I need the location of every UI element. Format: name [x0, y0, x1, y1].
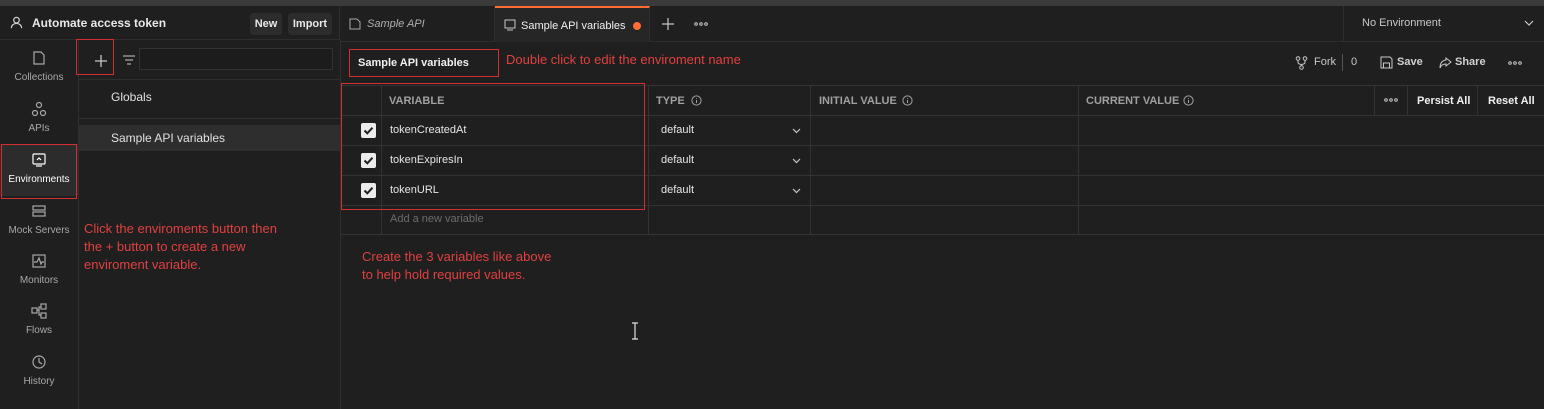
annotation-create-variables: Create the 3 variables like above to hel… — [362, 248, 551, 284]
column-header-current-value: CURRENT VALUE — [1086, 95, 1180, 107]
workspace-title: Automate access token — [32, 16, 167, 30]
sidebar-item-mock-servers[interactable]: Mock Servers — [0, 195, 78, 247]
apis-icon — [31, 101, 47, 117]
persist-all-button[interactable]: Persist All — [1417, 86, 1470, 116]
flows-icon — [31, 303, 47, 319]
chevron-down-icon — [1524, 20, 1534, 26]
history-icon — [31, 354, 47, 370]
fork-count: 0 — [1351, 56, 1358, 68]
column-border — [648, 85, 649, 235]
sidebar-item-label: Flows — [25, 325, 53, 336]
save-icon — [1380, 56, 1393, 69]
annotation-line: Click the enviroments button then — [84, 221, 277, 236]
column-border — [1078, 85, 1079, 235]
save-button[interactable]: Save — [1397, 56, 1423, 68]
column-header-type: TYPE — [656, 95, 685, 107]
mock-servers-icon — [31, 203, 47, 219]
workspace-header: Automate access token New Import — [0, 6, 340, 40]
column-border — [1374, 85, 1375, 115]
row-border — [341, 234, 1544, 235]
environment-search-input[interactable] — [139, 48, 333, 70]
tab-bar: Sample API Sample API variables No Envir… — [341, 6, 1544, 42]
info-icon[interactable] — [691, 95, 702, 106]
info-icon[interactable] — [1183, 95, 1194, 106]
sidebar-item-label: Monitors — [19, 275, 59, 286]
monitors-icon — [31, 253, 47, 269]
fork-button[interactable]: Fork — [1314, 56, 1336, 68]
column-border — [810, 85, 811, 235]
sidebar-item-collections[interactable]: Collections — [0, 42, 78, 94]
request-icon — [349, 18, 361, 30]
environment-name-field[interactable]: Sample API variables — [349, 49, 499, 77]
environment-selector-label: No Environment — [1362, 17, 1441, 29]
annotation-line: to help hold required values. — [362, 267, 526, 282]
divider — [79, 118, 340, 119]
environments-highlight-box — [1, 144, 77, 199]
env-list-item-globals[interactable]: Globals — [79, 84, 340, 110]
table-more-icon[interactable] — [1384, 97, 1398, 103]
sidebar-item-label: APIs — [28, 123, 50, 134]
new-tab-plus-icon[interactable] — [661, 17, 675, 31]
column-border — [1477, 85, 1478, 115]
column-header-initial-value: INITIAL VALUE — [819, 95, 897, 107]
new-button[interactable]: New — [250, 13, 282, 35]
chevron-down-icon[interactable] — [792, 158, 801, 164]
sidebar-item-flows[interactable]: Flows — [0, 295, 78, 347]
type-select[interactable]: default — [661, 145, 694, 175]
chevron-down-icon[interactable] — [792, 128, 801, 134]
fork-icon — [1295, 56, 1308, 70]
tab-sample-api-variables[interactable]: Sample API variables — [495, 6, 650, 42]
tab-label: Sample API variables — [521, 20, 626, 32]
type-select[interactable]: default — [661, 175, 694, 205]
info-icon[interactable] — [902, 95, 913, 106]
sidebar-item-history[interactable]: History — [0, 346, 78, 398]
annotation-env-button: Click the enviroments button then the + … — [84, 220, 277, 274]
sidebar-item-apis[interactable]: APIs — [0, 93, 78, 145]
filter-icon[interactable] — [122, 53, 136, 67]
tab-label: Sample API — [367, 18, 425, 30]
tab-sample-api[interactable]: Sample API — [341, 6, 495, 42]
sidebar-item-label: Collections — [14, 72, 64, 83]
annotation-line: Create the 3 variables like above — [362, 249, 552, 264]
environment-tab-icon — [504, 19, 516, 31]
annotation-line: the + button to create a new — [84, 239, 246, 254]
collections-icon — [31, 50, 47, 66]
tab-more-icon[interactable] — [694, 21, 708, 27]
text-cursor-icon — [631, 322, 639, 340]
add-button-highlight-box — [76, 39, 114, 75]
environment-selector[interactable]: No Environment — [1343, 6, 1544, 42]
annotation-edit-name: Double click to edit the enviroment name — [506, 52, 741, 67]
column-border — [1407, 85, 1408, 115]
annotation-line: enviroment variable. — [84, 257, 202, 272]
share-icon — [1439, 57, 1452, 69]
sidebar-item-label: History — [23, 376, 55, 387]
reset-all-button[interactable]: Reset All — [1488, 86, 1535, 116]
chevron-down-icon[interactable] — [792, 188, 801, 194]
sidebar-item-monitors[interactable]: Monitors — [0, 245, 78, 297]
unsaved-dot — [633, 22, 641, 30]
type-select[interactable]: default — [661, 115, 694, 145]
divider — [1342, 54, 1343, 71]
env-list-item-sample-api-variables[interactable]: Sample API variables — [79, 125, 340, 151]
left-sidebar-rail: Collections APIs Environments Mock Serve… — [0, 40, 79, 409]
share-button[interactable]: Share — [1455, 56, 1486, 68]
variables-highlight-box — [341, 83, 645, 210]
more-options-icon[interactable] — [1508, 60, 1522, 66]
sidebar-item-label: Mock Servers — [8, 225, 70, 236]
user-icon — [10, 16, 23, 29]
import-button[interactable]: Import — [288, 13, 332, 35]
